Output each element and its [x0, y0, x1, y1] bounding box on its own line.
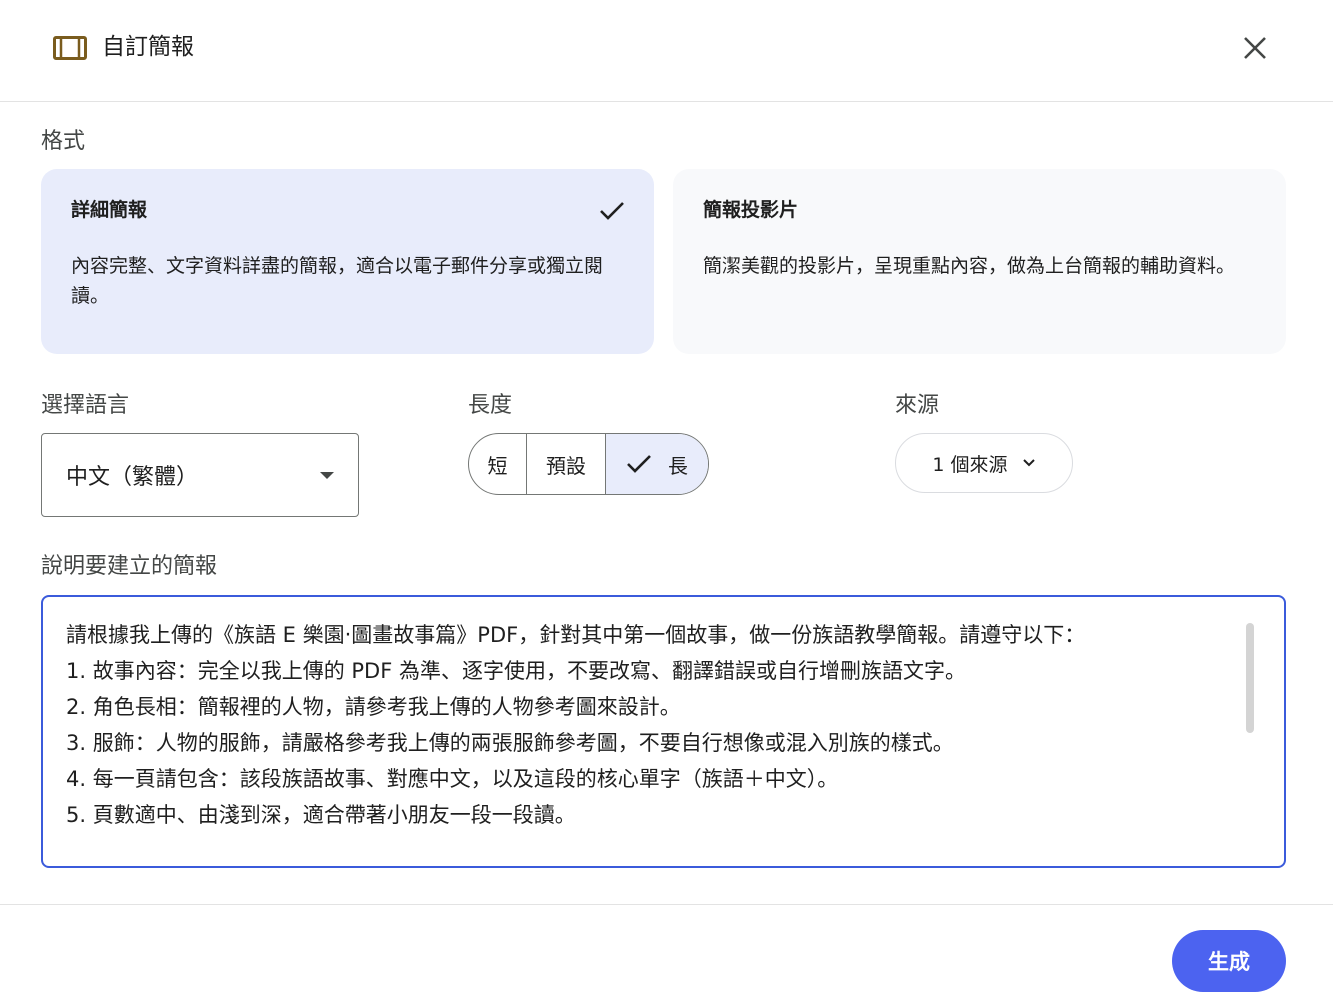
dialog-title: 自訂簡報 — [102, 34, 194, 60]
slides-icon — [53, 36, 87, 60]
format-option-title: 簡報投影片 — [703, 199, 799, 221]
check-icon — [627, 455, 651, 473]
format-label: 格式 — [41, 129, 86, 154]
length-option-long[interactable]: 長 — [606, 434, 708, 494]
source-button[interactable]: 1 個來源 — [895, 433, 1073, 493]
dialog-header: 自訂簡報 — [0, 0, 1333, 102]
close-button[interactable] — [1236, 29, 1274, 67]
description-text[interactable]: 請根據我上傳的《族語 E 樂園‧圖畫故事篇》PDF，針對其中第一個故事，做一份族… — [66, 617, 1236, 843]
length-label: 長度 — [468, 393, 513, 418]
language-select[interactable]: 中文（繁體） — [41, 433, 359, 517]
length-segmented-control: 短 預設 長 — [468, 433, 709, 495]
format-option-description: 簡潔美觀的投影片，呈現重點內容，做為上台簡報的輔助資料。 — [703, 255, 1236, 277]
close-icon — [1244, 37, 1266, 59]
generate-button[interactable]: 生成 — [1172, 930, 1286, 992]
length-option-short[interactable]: 短 — [469, 434, 527, 494]
dialog-footer: 生成 — [0, 904, 1333, 1007]
format-option-description: 內容完整、文字資料詳盡的簡報，適合以電子郵件分享或獨立閱讀。 — [71, 255, 604, 307]
scrollbar[interactable] — [1246, 623, 1254, 733]
description-label: 說明要建立的簡報 — [41, 554, 218, 579]
description-textarea[interactable]: 請根據我上傳的《族語 E 樂園‧圖畫故事篇》PDF，針對其中第一個故事，做一份族… — [41, 595, 1286, 868]
check-icon — [600, 202, 624, 220]
chevron-down-icon — [1022, 459, 1035, 467]
dropdown-arrow-icon — [320, 471, 334, 479]
source-label: 來源 — [895, 393, 940, 418]
format-option-detailed[interactable]: 詳細簡報 內容完整、文字資料詳盡的簡報，適合以電子郵件分享或獨立閱讀。 — [41, 169, 654, 354]
language-label: 選擇語言 — [41, 393, 130, 418]
length-option-default[interactable]: 預設 — [527, 434, 606, 494]
format-option-slides[interactable]: 簡報投影片 簡潔美觀的投影片，呈現重點內容，做為上台簡報的輔助資料。 — [673, 169, 1286, 354]
language-select-value: 中文（繁體） — [66, 465, 199, 490]
format-option-title: 詳細簡報 — [71, 199, 148, 221]
source-button-label: 1 個來源 — [932, 453, 1008, 476]
